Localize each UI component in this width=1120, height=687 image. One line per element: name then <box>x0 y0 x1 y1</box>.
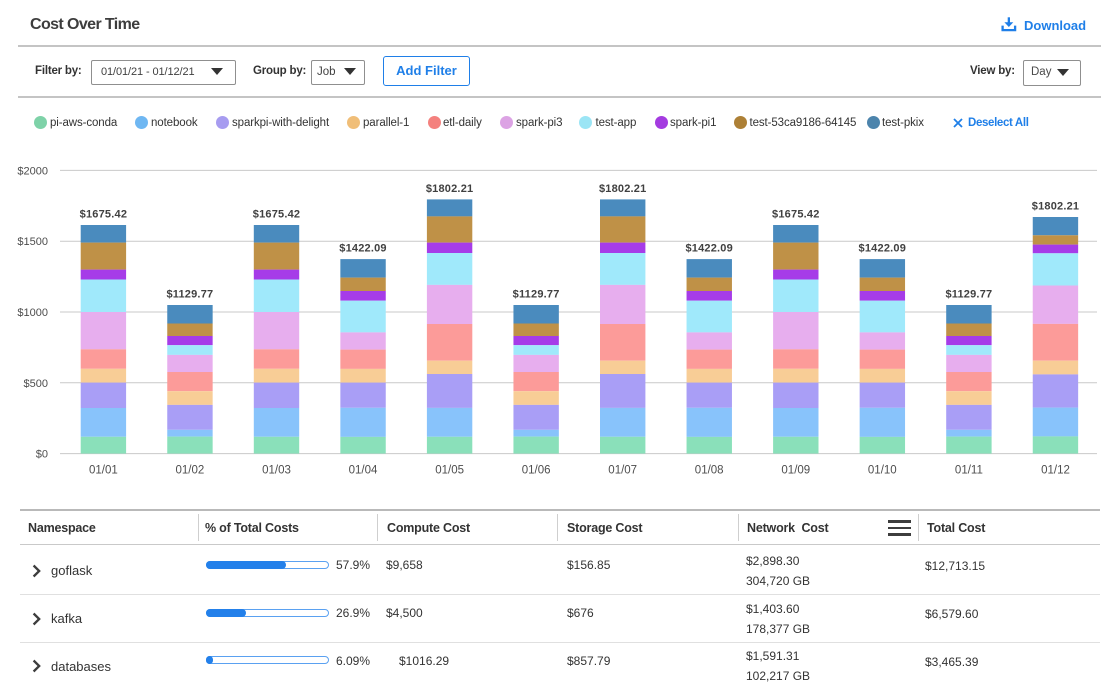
svg-text:$1129.77: $1129.77 <box>513 289 560 301</box>
svg-text:$500: $500 <box>24 378 48 390</box>
svg-text:01/11: 01/11 <box>955 465 983 477</box>
svg-text:01/10: 01/10 <box>868 465 897 477</box>
svg-text:01/06: 01/06 <box>522 465 551 477</box>
svg-text:01/08: 01/08 <box>695 465 724 477</box>
svg-text:$0: $0 <box>36 449 48 461</box>
svg-text:$1802.21: $1802.21 <box>426 183 473 195</box>
svg-text:$1500: $1500 <box>17 236 48 248</box>
svg-text:01/05: 01/05 <box>435 465 464 477</box>
svg-text:$1129.77: $1129.77 <box>166 289 213 301</box>
svg-text:$1422.09: $1422.09 <box>685 243 732 255</box>
svg-text:$1675.42: $1675.42 <box>253 209 300 221</box>
svg-text:$1675.42: $1675.42 <box>80 209 127 221</box>
svg-text:$1422.09: $1422.09 <box>859 243 906 255</box>
svg-text:01/01: 01/01 <box>89 465 118 477</box>
svg-text:$1675.42: $1675.42 <box>772 209 819 221</box>
svg-text:01/09: 01/09 <box>781 465 810 477</box>
svg-text:01/04: 01/04 <box>349 465 378 477</box>
svg-text:01/02: 01/02 <box>176 465 205 477</box>
svg-text:01/12: 01/12 <box>1041 465 1070 477</box>
svg-text:$1802.21: $1802.21 <box>1032 201 1079 213</box>
svg-text:01/07: 01/07 <box>608 465 637 477</box>
svg-text:01/03: 01/03 <box>262 465 291 477</box>
svg-text:$1000: $1000 <box>17 307 48 319</box>
svg-text:$2000: $2000 <box>17 165 48 177</box>
svg-text:$1422.09: $1422.09 <box>339 243 386 255</box>
svg-text:$1802.21: $1802.21 <box>599 183 646 195</box>
svg-text:$1129.77: $1129.77 <box>945 289 992 301</box>
